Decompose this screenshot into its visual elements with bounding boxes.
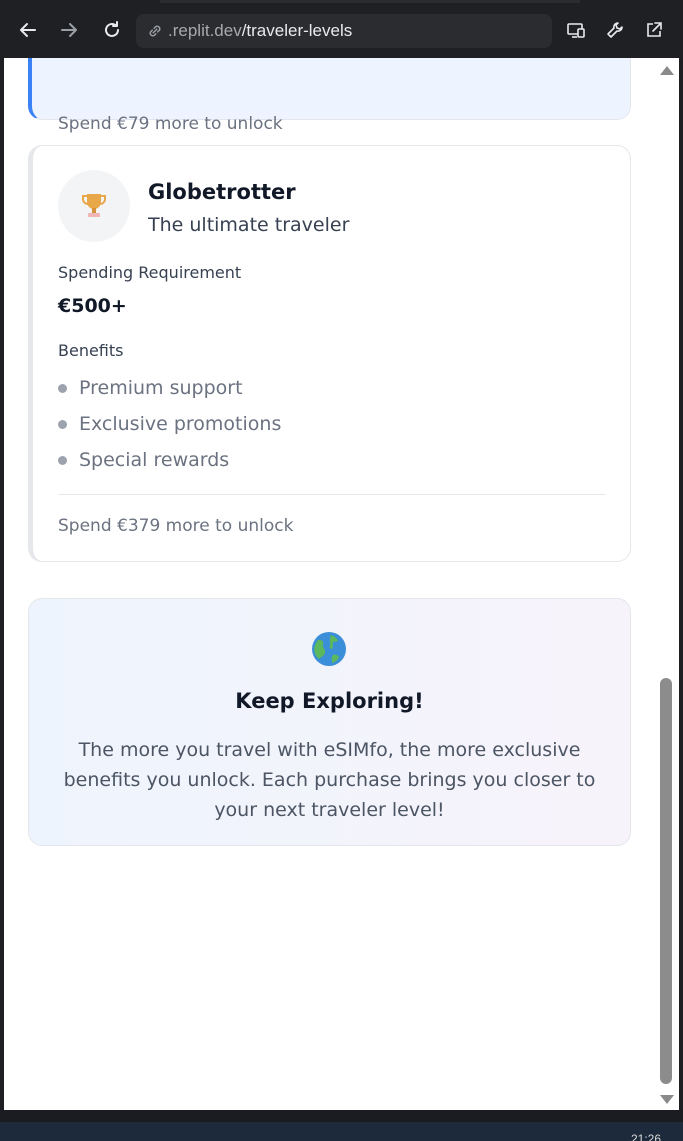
list-item: Exclusive promotions (58, 412, 281, 448)
open-external-button[interactable] (641, 17, 667, 43)
external-link-icon (647, 22, 662, 37)
keep-exploring-card: Keep Exploring! The more you travel with… (28, 598, 631, 846)
benefits-list: Premium support Exclusive promotions Spe… (58, 376, 281, 484)
bullet-icon (58, 384, 67, 393)
devices-icon (567, 23, 585, 38)
scroll-up-icon[interactable] (660, 66, 674, 75)
trophy-icon (82, 194, 106, 217)
taskbar (0, 1122, 683, 1141)
bullet-icon (58, 420, 67, 429)
divider (58, 494, 606, 495)
window-bottom: 21:26 (0, 1110, 683, 1141)
link-icon (149, 25, 161, 37)
level-card-globetrotter: Globetrotter The ultimate traveler Spend… (28, 145, 631, 562)
unlock-text: Spend €379 more to unlock (58, 516, 294, 536)
bullet-icon (58, 456, 67, 465)
reload-icon (105, 21, 119, 37)
list-item: Premium support (58, 376, 281, 412)
level-subtitle: The ultimate traveler (148, 214, 350, 236)
benefit-text: Exclusive promotions (79, 413, 282, 435)
globe-icon (312, 632, 346, 666)
browser-toolbar: .replit.dev/traveler-levels (0, 0, 683, 58)
scroll-down-icon[interactable] (660, 1095, 674, 1104)
unlock-text: Spend €79 more to unlock (58, 114, 283, 134)
benefit-text: Premium support (79, 377, 243, 399)
devices-button[interactable] (563, 17, 589, 43)
benefit-text: Special rewards (79, 449, 230, 471)
tab-strip (160, 0, 580, 3)
previous-level-card: Spend €79 more to unlock (28, 58, 631, 134)
back-button[interactable] (15, 17, 41, 43)
forward-button[interactable] (56, 17, 82, 43)
address-bar[interactable]: .replit.dev/traveler-levels (136, 14, 552, 48)
explore-text: The more you travel with eSIMfo, the mor… (63, 739, 596, 821)
explore-title: Keep Exploring! (235, 689, 424, 713)
requirement-value: €500+ (58, 295, 127, 317)
url-path: /traveler-levels (241, 21, 353, 40)
wrench-icon (607, 22, 623, 38)
taskbar-clock: 21:26 (630, 1132, 661, 1141)
requirement-label: Spending Requirement (58, 263, 242, 282)
arrow-left-icon (20, 23, 36, 37)
list-item: Special rewards (58, 448, 281, 484)
level-title: Globetrotter (148, 180, 296, 204)
tools-button[interactable] (602, 17, 628, 43)
scrollbar-thumb[interactable] (660, 678, 672, 1084)
window-edge (679, 58, 683, 1110)
reload-button[interactable] (99, 17, 125, 43)
url-host: .replit.dev (168, 21, 242, 40)
arrow-right-icon (61, 23, 77, 37)
page-viewport: Spend €79 more to unlock Globetrotter Th… (4, 58, 654, 1110)
scrollbar[interactable] (654, 58, 679, 1110)
level-badge (58, 170, 130, 242)
benefits-label: Benefits (58, 341, 124, 360)
